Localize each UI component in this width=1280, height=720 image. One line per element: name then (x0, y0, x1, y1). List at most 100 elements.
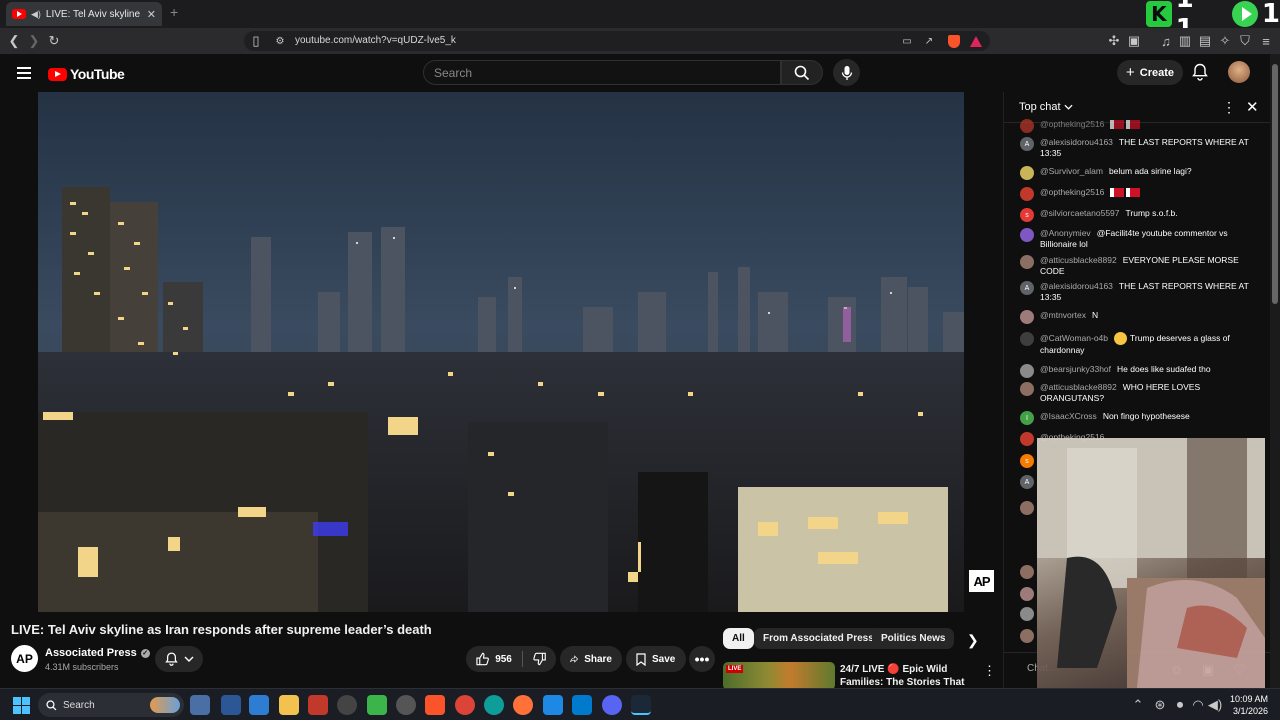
microphone-tray-icon[interactable]: ⏺ (1172, 697, 1188, 713)
more-vertical-icon[interactable]: ⋮ (983, 663, 996, 679)
chat-author[interactable]: @atticusblacke8892 (1040, 255, 1117, 265)
like-count[interactable]: 956 (495, 654, 512, 665)
vpn-icon[interactable]: ⛉ (1237, 33, 1253, 49)
thumbs-down-icon[interactable] (533, 652, 546, 666)
chat-avatar[interactable] (1020, 255, 1034, 269)
volume-icon[interactable]: ◀) (1207, 697, 1223, 713)
more-vertical-icon[interactable]: ⋮ (1222, 99, 1236, 116)
chat-author[interactable]: @optheking2516 (1040, 119, 1104, 129)
channel-name[interactable]: Associated Press (45, 647, 137, 659)
close-tab-icon[interactable]: ✕ (147, 8, 156, 21)
chat-avatar[interactable] (1020, 166, 1034, 180)
chat-author[interactable]: @silviorcaetano5597 (1040, 208, 1120, 218)
chat-author[interactable]: @CatWoman-o4b (1040, 333, 1108, 343)
share-button[interactable]: Share (560, 646, 622, 672)
back-icon[interactable]: ❮ (6, 33, 22, 49)
channel-avatar[interactable]: AP (11, 645, 38, 672)
voice-search-button[interactable] (833, 59, 860, 86)
chat-avatar[interactable]: A (1020, 137, 1034, 151)
remote-desktop-icon[interactable] (249, 695, 269, 715)
brave-rewards-icon[interactable] (968, 33, 984, 49)
chat-author[interactable]: @Survivor_alam (1040, 166, 1103, 176)
arduino-icon[interactable] (543, 695, 563, 715)
cast-icon[interactable]: ▭ (899, 33, 915, 49)
close-chat-icon[interactable]: ✕ (1246, 98, 1259, 116)
chat-author[interactable]: @IsaacXCross (1040, 411, 1097, 421)
forward-icon[interactable]: ❯ (26, 33, 42, 49)
notifications-button[interactable] (1192, 63, 1208, 81)
reload-icon[interactable]: ↻ (46, 33, 62, 49)
chat-avatar[interactable] (1020, 501, 1034, 515)
edge-icon[interactable] (484, 695, 504, 715)
chat-avatar[interactable]: I (1020, 411, 1034, 425)
chat-avatar[interactable] (1020, 565, 1034, 579)
youtube-logo[interactable]: YouTube (48, 66, 125, 82)
speaker-icon[interactable]: ◀) (31, 9, 41, 20)
chat-avatar[interactable] (1020, 119, 1034, 133)
leo-ai-icon[interactable]: ✧ (1217, 33, 1233, 49)
network-icon[interactable]: ⊛ (1152, 697, 1168, 713)
video-player[interactable] (38, 92, 964, 612)
wifi-icon[interactable]: ◠ (1190, 697, 1206, 713)
chrome-icon[interactable] (455, 695, 475, 715)
brave-shield-icon[interactable] (946, 33, 962, 49)
system-clock[interactable]: 10:09 AM 3/1/2026 (1222, 693, 1268, 717)
chat-avatar[interactable]: A (1020, 475, 1034, 489)
menu-icon[interactable]: ≡ (1258, 33, 1274, 49)
windows-start-icon[interactable] (13, 697, 30, 714)
chat-author[interactable]: @optheking2516 (1040, 187, 1104, 197)
chat-avatar[interactable] (1020, 587, 1034, 601)
chevron-right-icon[interactable]: ❯ (967, 632, 979, 649)
chat-avatar[interactable] (1020, 382, 1034, 396)
chat-avatar[interactable] (1020, 364, 1034, 378)
chat-author[interactable]: @alexisidorou4163 (1040, 281, 1113, 291)
guide-menu-icon[interactable] (17, 67, 31, 82)
discord-icon[interactable] (602, 695, 622, 715)
site-info-icon[interactable]: ⚙ (272, 33, 288, 49)
screenshot-icon[interactable]: ▣ (1126, 33, 1142, 49)
sidebar-icon[interactable]: ▥ (1177, 33, 1193, 49)
chat-avatar[interactable]: A (1020, 281, 1034, 295)
file-explorer-icon[interactable] (279, 695, 299, 715)
url-text[interactable]: youtube.com/watch?v=qUDZ-lve5_k (295, 35, 456, 46)
chat-avatar[interactable]: s (1020, 208, 1034, 222)
chat-avatar[interactable]: s (1020, 454, 1034, 468)
brave-browser-icon[interactable] (425, 695, 445, 715)
extensions-icon[interactable]: ✣ (1106, 33, 1122, 49)
chat-author[interactable]: @bearsjunky33hof (1040, 364, 1111, 374)
vscode-icon[interactable] (572, 695, 592, 715)
account-avatar[interactable] (1228, 61, 1250, 83)
chat-avatar[interactable] (1020, 629, 1034, 643)
chrome-dev-icon[interactable] (367, 695, 387, 715)
channel-name-row[interactable]: Associated Press ✓ (45, 647, 150, 659)
share-page-icon[interactable]: ↗ (921, 33, 937, 49)
chip-all[interactable]: All (723, 628, 754, 649)
chip-politics-news[interactable]: Politics News (872, 628, 955, 649)
create-button[interactable]: + Create (1117, 60, 1183, 85)
taskbar-search[interactable]: Search (38, 693, 184, 717)
top-chat-selector[interactable]: Top chat (1019, 101, 1073, 113)
chat-author[interactable]: @Anonymiev (1040, 228, 1091, 238)
chat-author[interactable]: @mtnvortex (1040, 310, 1086, 320)
save-button[interactable]: Save (626, 646, 686, 672)
page-scrollbar[interactable] (1270, 54, 1280, 688)
chat-avatar[interactable] (1020, 187, 1034, 201)
clock-app-icon[interactable] (337, 695, 357, 715)
browser-tab-active[interactable]: ◀) LIVE: Tel Aviv skyline view as I ✕ (6, 2, 162, 26)
music-icon[interactable]: ♫ (1158, 33, 1174, 49)
outlook-icon[interactable] (221, 695, 241, 715)
chat-avatar[interactable] (1020, 432, 1034, 446)
steam-icon[interactable] (631, 695, 651, 715)
search-button[interactable] (781, 60, 823, 85)
search-input[interactable] (424, 61, 764, 84)
chat-avatar[interactable] (1020, 228, 1034, 242)
github-desktop-icon[interactable] (396, 695, 416, 715)
recommended-video-thumbnail[interactable]: LIVE (723, 662, 835, 690)
chat-author[interactable]: @alexisidorou4163 (1040, 137, 1113, 147)
chip-from-associated-press[interactable]: From Associated Press (754, 628, 883, 649)
subscription-notification-button[interactable] (155, 646, 203, 672)
task-view-icon[interactable] (190, 695, 210, 715)
new-tab-icon[interactable]: + (170, 4, 178, 20)
chat-avatar[interactable] (1020, 607, 1034, 621)
scrollbar-thumb[interactable] (1272, 64, 1278, 304)
